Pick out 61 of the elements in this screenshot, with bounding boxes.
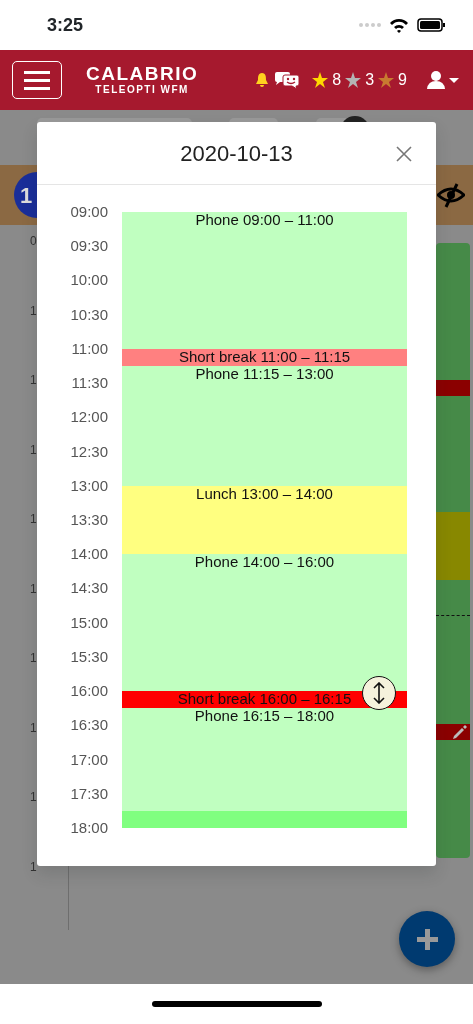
hour-label: 1 <box>29 373 38 389</box>
time-label: 14:30 <box>69 578 108 599</box>
time-label: 13:30 <box>69 509 108 530</box>
activity-block: Lunch 13:00 – 14:00 <box>122 485 407 555</box>
bell-icon[interactable] <box>255 72 270 88</box>
hour-label: 1 <box>29 442 38 459</box>
user-icon <box>427 71 445 89</box>
up-down-arrow-icon <box>372 682 386 704</box>
add-button[interactable] <box>399 911 455 967</box>
caret-icon <box>449 77 459 83</box>
menu-button[interactable] <box>12 61 62 99</box>
hour-label: 1 <box>29 512 38 528</box>
logo-subtitle: TELEOPTI WFM <box>94 84 190 96</box>
break-segment <box>436 724 470 740</box>
break-segment <box>436 380 470 396</box>
activity-block: Phone 11:15 – 13:00 <box>122 366 407 486</box>
time-label: 15:30 <box>69 646 108 667</box>
signal-icon <box>359 22 381 28</box>
time-label: 11:30 <box>70 373 108 394</box>
hour-label: 0 <box>29 234 38 250</box>
time-label: 09:30 <box>69 236 108 257</box>
time-label: 16:00 <box>69 681 108 702</box>
chat-icon[interactable] <box>273 70 301 90</box>
time-label: 18:00 <box>69 817 108 838</box>
close-icon <box>396 146 412 162</box>
time-label: 17:00 <box>69 749 108 770</box>
hour-label: 1 <box>29 651 38 667</box>
time-label: 11:00 <box>70 338 108 359</box>
activity-block: Phone 14:00 – 16:00 <box>122 554 407 692</box>
logo-title: CALABRIO <box>86 64 199 84</box>
clock-time: 3:25 <box>47 13 84 37</box>
time-label: 10:00 <box>69 270 108 291</box>
activity-block: Phone 09:00 – 11:00 <box>122 212 407 349</box>
hour-label: 1 <box>29 581 38 598</box>
eye-slash-icon[interactable] <box>437 182 465 208</box>
hour-label: 1 <box>29 859 38 876</box>
time-label: 09:00 <box>69 202 108 222</box>
menu-icon <box>24 70 50 90</box>
lunch-segment <box>436 512 470 580</box>
time-label: 12:00 <box>69 407 108 428</box>
star-count: 3 <box>365 70 375 90</box>
time-label: 15:00 <box>69 612 108 633</box>
battery-icon <box>417 18 445 32</box>
star-count: 8 <box>332 70 342 90</box>
dialog-title: 2020-10-13 <box>180 139 293 168</box>
time-label: 10:30 <box>69 304 108 325</box>
time-label: 16:30 <box>69 715 108 736</box>
time-label: 13:00 <box>69 475 108 496</box>
user-menu-button[interactable] <box>427 71 459 89</box>
hour-label: 1 <box>29 303 38 320</box>
pencil-icon <box>452 724 468 740</box>
time-label: 14:00 <box>69 544 108 565</box>
star-count: 9 <box>398 70 407 90</box>
activity-block: Short break 16:00 – 16:15 <box>122 691 407 709</box>
time-label: 12:30 <box>69 441 108 462</box>
wifi-icon <box>389 17 409 33</box>
hour-label: 1 <box>29 790 38 806</box>
time-label: 17:30 <box>69 783 108 804</box>
hour-label: 1 <box>29 720 38 737</box>
plus-icon <box>416 928 438 950</box>
close-button[interactable] <box>395 145 413 163</box>
